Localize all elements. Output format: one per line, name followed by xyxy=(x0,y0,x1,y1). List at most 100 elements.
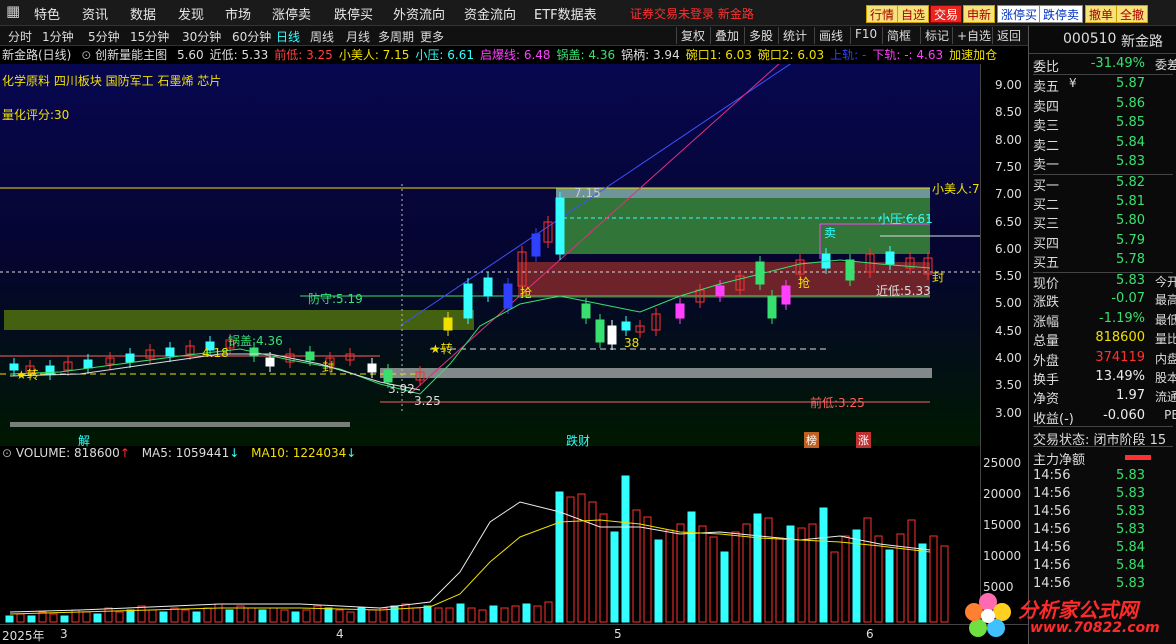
volume-bar xyxy=(819,507,828,623)
label-418: 4.18 xyxy=(202,346,229,360)
stat-label: 涨幅 xyxy=(1033,314,1060,330)
indicator-name[interactable]: 创新量能主图 xyxy=(95,48,167,62)
period-0[interactable]: 分时 xyxy=(8,28,32,45)
period-6[interactable]: 日线 xyxy=(276,28,300,45)
toolbar-button-7[interactable]: 标记 xyxy=(920,27,953,44)
time-label-6: 6 xyxy=(866,627,874,641)
top-button-4[interactable]: 涨停买 xyxy=(997,5,1042,23)
period-7[interactable]: 周线 xyxy=(310,28,334,45)
menu-item-1[interactable]: 资讯 xyxy=(82,4,108,23)
toolbar-button-9[interactable]: 返回 xyxy=(992,27,1025,44)
price-tick-7: 5.50 xyxy=(995,269,1022,284)
volume-chart[interactable] xyxy=(0,462,980,624)
menu-item-2[interactable]: 数据 xyxy=(130,4,156,23)
period-10[interactable]: 更多 xyxy=(420,28,444,45)
quote-title: 000510 新金路 xyxy=(1029,26,1176,54)
toolbar-button-5[interactable]: F10 xyxy=(850,27,881,44)
volume-bar xyxy=(478,609,487,623)
top-button-1[interactable]: 自选 xyxy=(897,5,930,23)
ma5-label: MA5: 1059441 xyxy=(141,446,230,460)
toolbar-button-3[interactable]: 统计 xyxy=(778,27,811,44)
stat-value: 374119 xyxy=(1095,349,1145,365)
buy-row-0: 买一 5.82 xyxy=(1033,174,1173,194)
time-label-4: 4 xyxy=(336,627,344,641)
price-axis: 9.00 8.50 8.00 7.50 7.00 6.50 6.00 5.50 5.00 4.50… xyxy=(980,64,1028,446)
toolbar-button-0[interactable]: 复权 xyxy=(676,27,709,44)
volume-bar xyxy=(302,609,311,623)
volume-bar xyxy=(192,611,201,623)
menu-item-7[interactable]: 外资流向 xyxy=(393,4,445,23)
menu-item-4[interactable]: 市场 xyxy=(225,4,251,23)
toolbar-button-2[interactable]: 多股 xyxy=(744,27,777,44)
period-4[interactable]: 30分钟 xyxy=(182,28,221,45)
sell-label: 卖四 xyxy=(1033,99,1060,115)
main-flow-label[interactable]: 主力净额 xyxy=(1033,449,1085,468)
volume-bar xyxy=(49,613,58,623)
stat-value: -0.07 xyxy=(1111,291,1145,307)
volume-bar xyxy=(126,609,135,623)
stat-row-2: 涨幅 -1.19% 最低 xyxy=(1033,311,1176,330)
menu-item-0[interactable]: 特色 xyxy=(34,4,60,23)
toolbar-button-6[interactable]: 简框 xyxy=(882,27,915,44)
price-tick-1: 8.50 xyxy=(995,105,1022,120)
label-jindi: 近低:5.33 xyxy=(876,284,931,298)
volume-bar xyxy=(27,615,36,623)
volume-bar xyxy=(841,535,850,623)
period-9[interactable]: 多周期 xyxy=(378,28,414,45)
zone-grey-band xyxy=(380,368,932,378)
price-tick-11: 3.50 xyxy=(995,378,1022,393)
toolbar-button-8[interactable]: +自选 xyxy=(952,27,995,44)
stat-row-5: 换手 13.49% 股本 xyxy=(1033,369,1176,388)
zone-green-low xyxy=(4,310,474,330)
volume-header: ⊙ VOLUME: 818600↑ MA5: 1059441↓ MA10: 12… xyxy=(2,446,357,460)
stat-value: 13.49% xyxy=(1095,369,1145,384)
chevron-down-icon[interactable]: ⊙ xyxy=(2,446,12,460)
label-feng-1: 封 xyxy=(322,360,335,374)
sell-price: 5.83 xyxy=(1116,154,1145,170)
info-item-12: 加速加仓 xyxy=(949,48,998,62)
menu-item-9[interactable]: ETF数据表 xyxy=(534,4,597,23)
info-item-3: 小美人: 7.15 xyxy=(338,48,410,62)
period-3[interactable]: 15分钟 xyxy=(130,28,169,45)
period-1[interactable]: 1分钟 xyxy=(42,28,74,45)
label-feng-2: 封 xyxy=(932,270,945,284)
volume-bar xyxy=(885,549,894,623)
volume-bar xyxy=(291,611,300,623)
info-item-10: 上轨: - xyxy=(830,48,867,62)
volume-bar xyxy=(5,615,14,623)
kline-chart[interactable]: 化学原料 四川板块 国防军工 石墨烯 芯片 量化评分:30 小美人:7 小压:6… xyxy=(0,43,980,448)
top-button-0[interactable]: 行情 xyxy=(866,5,899,23)
stat-row-0: 现价 5.83 今开 xyxy=(1033,272,1176,292)
top-button-7[interactable]: 全撤 xyxy=(1116,5,1149,23)
vol-tick-3: 10000 xyxy=(983,549,1022,563)
stat-row-4: 外盘 374119 内盘 xyxy=(1033,349,1176,369)
top-button-2[interactable]: 交易 xyxy=(930,5,963,23)
menu-item-3[interactable]: 发现 xyxy=(178,4,204,23)
menu-item-5[interactable]: 涨停卖 xyxy=(272,4,311,23)
volume-bar xyxy=(775,537,784,623)
buy-label: 买三 xyxy=(1033,217,1060,233)
volume-bar xyxy=(159,611,168,623)
logo-text: 分析家公式网 xyxy=(1018,598,1138,622)
tick-row-3: 14:56 5.83 xyxy=(1033,522,1173,541)
toolbar-button-4[interactable]: 画线 xyxy=(814,27,847,44)
price-tick-3: 7.50 xyxy=(995,159,1022,174)
top-button-6[interactable]: 撤单 xyxy=(1085,5,1118,23)
period-8[interactable]: 月线 xyxy=(346,28,370,45)
volume-bar xyxy=(346,611,355,623)
gear-icon[interactable]: ⊙ xyxy=(81,48,91,62)
menu-item-8[interactable]: 资金流向 xyxy=(464,4,516,23)
period-5[interactable]: 60分钟 xyxy=(232,28,271,45)
top-button-5[interactable]: 跌停卖 xyxy=(1039,5,1084,23)
app-menu-icon[interactable]: ▦ xyxy=(6,2,20,20)
menu-item-6[interactable]: 跌停买 xyxy=(334,4,373,23)
period-2[interactable]: 5分钟 xyxy=(88,28,120,45)
volume-bar xyxy=(500,607,509,623)
toolbar-button-1[interactable]: 叠加 xyxy=(710,27,743,44)
period-bar: 分时 1分钟 5分钟 15分钟 30分钟 60分钟 日线 周线 月线 多周期 更多 复权 叠加 多股 统计… xyxy=(0,26,1028,46)
top-button-3[interactable]: 申新 xyxy=(963,5,996,23)
volume-bar xyxy=(533,605,542,623)
tick-time: 14:56 xyxy=(1033,486,1071,501)
volume-bar xyxy=(610,531,619,623)
volume-bar xyxy=(918,543,927,623)
